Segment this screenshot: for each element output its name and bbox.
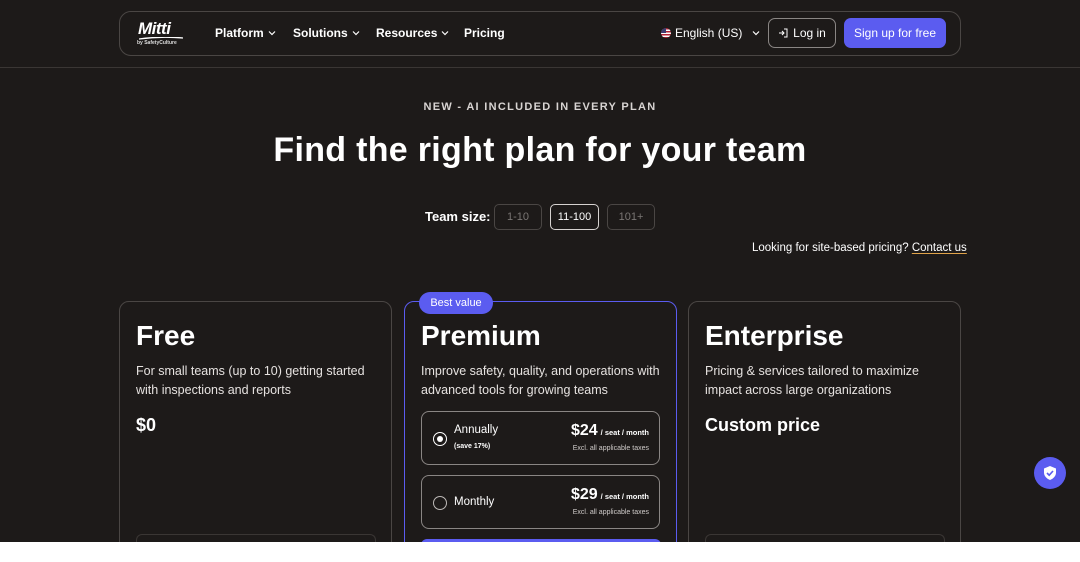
price-unit: / seat / month (600, 428, 649, 437)
radio-annually[interactable] (433, 432, 447, 446)
login-label: Log in (793, 26, 826, 40)
price-unit: / seat / month (600, 492, 649, 501)
viewport-bottom-strip (0, 542, 1080, 562)
plan-card-premium: Premium Improve safety, quality, and ope… (404, 301, 677, 561)
tax-note: Excl. all applicable taxes (572, 509, 649, 516)
team-size-label: Team size: (425, 209, 491, 224)
login-arrow-icon (779, 28, 788, 38)
shield-check-icon (1044, 466, 1056, 480)
plan-card-free: Free For small teams (up to 10) getting … (119, 301, 392, 561)
plan-title: Premium (421, 320, 541, 351)
plan-card-enterprise: Enterprise Pricing & services tailored t… (688, 301, 961, 561)
nav-platform[interactable]: Platform (215, 26, 276, 40)
plan-title: Free (136, 320, 196, 351)
login-button[interactable]: Log in (768, 18, 836, 48)
logo-wordmark: Mitti (138, 19, 171, 38)
best-value-badge: Best value (419, 292, 493, 314)
language-selector[interactable]: English (US) (661, 26, 760, 40)
billing-label: Monthly (454, 496, 495, 508)
site-pricing-text: Looking for site-based pricing? (752, 242, 909, 254)
header-divider (0, 67, 1080, 68)
hero-eyebrow: NEW - AI INCLUDED IN EVERY PLAN (423, 101, 657, 113)
plan-title: Enterprise (705, 320, 844, 351)
nav-pricing-label: Pricing (464, 26, 505, 40)
plan-price: $0 (136, 415, 157, 435)
logo-byline: by SafetyCulture (137, 40, 177, 46)
plan-description: Pricing & services tailored to maximize … (705, 364, 919, 397)
team-size-option-101-plus[interactable]: 101+ (607, 204, 655, 230)
signup-button[interactable]: Sign up for free (844, 18, 946, 48)
nav-platform-label: Platform (215, 26, 264, 40)
price-amount: $24 (570, 422, 598, 439)
nav-resources-label: Resources (376, 26, 438, 40)
page-title: Find the right plan for your team (273, 131, 807, 169)
radio-monthly[interactable] (433, 496, 447, 510)
chevron-down-icon (441, 31, 449, 36)
chevron-down-icon (352, 31, 360, 36)
language-label: English (US) (675, 26, 743, 40)
nav-pricing[interactable]: Pricing (464, 26, 505, 40)
team-size-option-11-100[interactable]: 11-100 (550, 204, 599, 230)
price-amount: $29 (570, 486, 598, 503)
billing-label: Annually (454, 424, 499, 436)
billing-price: $29/ seat / month (571, 486, 649, 504)
plan-description: For small teams (up to 10) getting start… (136, 364, 365, 397)
plan-price: Custom price (705, 415, 821, 435)
site-pricing-line: Looking for site-based pricing? Contact … (752, 242, 967, 254)
contact-us-link[interactable]: Contact us (912, 242, 967, 254)
top-nav: Mitti by SafetyCulture Platform Solution… (119, 11, 961, 56)
nav-solutions-label: Solutions (293, 26, 348, 40)
nav-resources[interactable]: Resources (376, 26, 449, 40)
nav-solutions[interactable]: Solutions (293, 26, 360, 40)
billing-savings: (save 17%) (454, 443, 491, 450)
plan-description: Improve safety, quality, and operations … (421, 364, 660, 397)
billing-price: $24/ seat / month (571, 422, 649, 440)
billing-option-monthly[interactable]: Monthly $29/ seat / month Excl. all appl… (421, 475, 660, 529)
tax-note: Excl. all applicable taxes (572, 445, 649, 452)
us-flag-icon (661, 28, 671, 38)
logo[interactable]: Mitti by SafetyCulture (136, 19, 186, 48)
team-size-option-1-10[interactable]: 1-10 (494, 204, 542, 230)
signup-label: Sign up for free (853, 26, 937, 40)
privacy-shield-button[interactable] (1034, 457, 1066, 489)
billing-option-annually[interactable]: Annually (save 17%) $24/ seat / month Ex… (421, 411, 660, 465)
chevron-down-icon (752, 31, 760, 36)
chevron-down-icon (268, 31, 276, 36)
